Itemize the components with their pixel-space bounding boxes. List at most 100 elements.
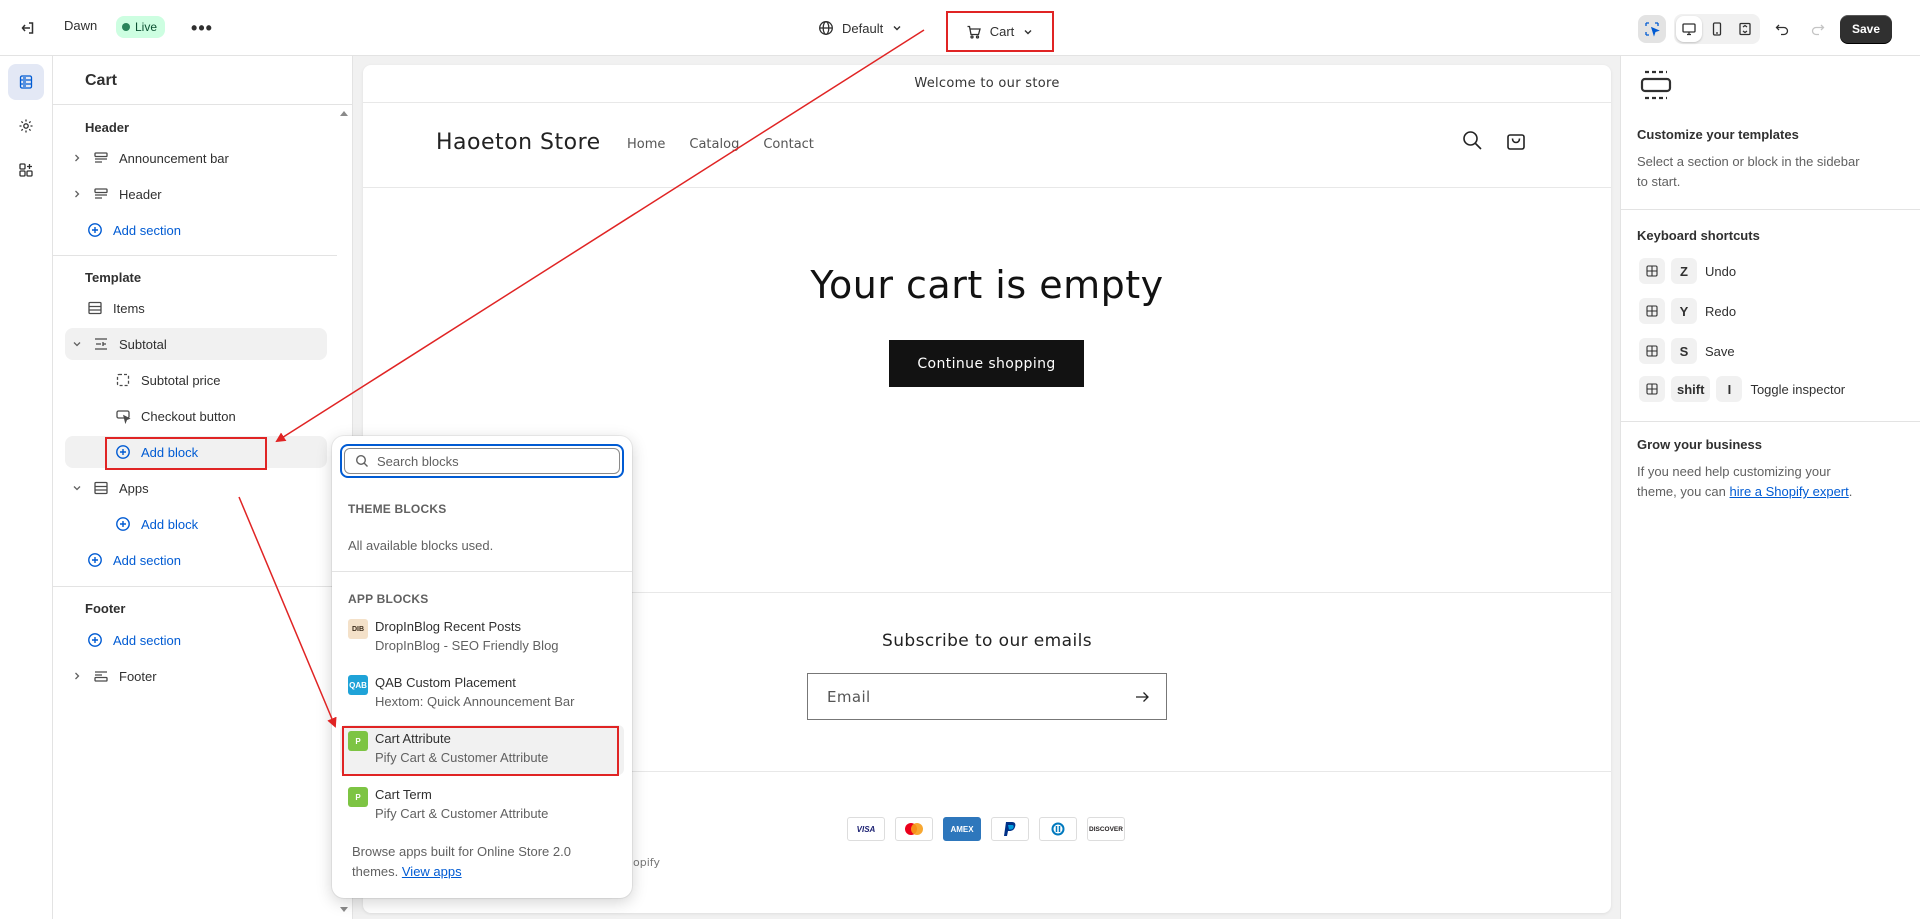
plus-circle-icon xyxy=(113,516,133,532)
globe-icon xyxy=(819,21,833,35)
section-label: Apps xyxy=(119,480,149,496)
nav-link-catalog[interactable]: Catalog xyxy=(689,137,739,152)
app-block-title: DropInBlog Recent Posts xyxy=(375,619,521,634)
chevron-down-icon[interactable] xyxy=(69,339,85,349)
rail-settings-button[interactable] xyxy=(8,108,44,144)
live-label: Live xyxy=(135,20,158,34)
footer-group-heading: Footer xyxy=(85,601,126,616)
chevron-right-icon[interactable] xyxy=(69,189,85,199)
bag-icon[interactable] xyxy=(1505,129,1527,151)
footer-add-section-button[interactable]: Add section xyxy=(65,624,327,656)
header-group-heading: Header xyxy=(85,120,130,135)
search-icon xyxy=(355,454,368,467)
section-icon xyxy=(91,668,111,684)
announcement-bar[interactable]: Welcome to our store xyxy=(363,65,1611,103)
section-label: Header xyxy=(119,186,162,202)
shortcut-redo: Y Redo xyxy=(1639,298,1736,324)
page-selector-label: Cart xyxy=(989,24,1015,39)
rail-apps-button[interactable] xyxy=(8,152,44,188)
view-apps-link[interactable]: View apps xyxy=(402,864,462,879)
add-block-label: Add block xyxy=(141,516,199,532)
theme-blocks-message: All available blocks used. xyxy=(348,538,494,553)
pify-logo-icon: P xyxy=(348,787,368,807)
divider xyxy=(1621,209,1920,210)
inspector-toggle-button[interactable] xyxy=(1637,15,1666,43)
store-nav: Home Catalog Contact xyxy=(627,137,814,152)
more-actions-button[interactable]: ••• xyxy=(190,16,214,40)
block-subtotal-price[interactable]: Subtotal price xyxy=(65,364,327,396)
fullscreen-view-button[interactable] xyxy=(1732,16,1758,42)
undo-button[interactable] xyxy=(1768,15,1796,43)
plus-circle-icon xyxy=(85,552,105,568)
app-block-item[interactable]: P Cart Term Pify Cart & Customer Attribu… xyxy=(340,781,624,831)
section-icon xyxy=(91,336,111,352)
nav-link-contact[interactable]: Contact xyxy=(763,137,814,152)
section-icon xyxy=(85,300,105,316)
amex-icon: AMEX xyxy=(943,817,981,841)
newsletter-email-field[interactable]: Email xyxy=(807,673,1167,720)
desktop-view-button[interactable] xyxy=(1675,16,1702,42)
redo-button[interactable] xyxy=(1804,15,1832,43)
command-key-icon xyxy=(1639,258,1665,284)
template-add-section-button[interactable]: Add section xyxy=(65,544,327,576)
divider xyxy=(53,104,353,105)
store-header[interactable]: Haoeton Store Home Catalog Contact xyxy=(363,103,1611,188)
browse-apps-text: Browse apps built for Online Store 2.0 t… xyxy=(352,842,612,882)
search-blocks-input[interactable] xyxy=(377,453,607,469)
block-checkout-button[interactable]: Checkout button xyxy=(65,400,327,432)
shortcuts-heading: Keyboard shortcuts xyxy=(1637,228,1760,243)
chevron-right-icon[interactable] xyxy=(69,153,85,163)
search-icon[interactable] xyxy=(1461,129,1483,151)
app-block-item[interactable]: DIB DropInBlog Recent Posts DropInBlog -… xyxy=(340,613,624,663)
chevron-down-icon[interactable] xyxy=(69,483,85,493)
command-key-icon xyxy=(1639,338,1665,364)
add-section-label: Add section xyxy=(113,552,181,568)
top-bar: Dawn Live ••• Default Cart Save xyxy=(0,0,1920,56)
theme-name: Dawn xyxy=(64,18,98,33)
block-label: Subtotal price xyxy=(141,372,221,388)
store-logo-text[interactable]: Haoeton Store xyxy=(436,130,601,155)
save-button[interactable]: Save xyxy=(1839,15,1892,43)
shortcut-key: I xyxy=(1716,376,1743,402)
header-add-section-button[interactable]: Add section xyxy=(65,214,327,246)
shortcut-key: shift xyxy=(1671,376,1711,402)
live-dot-icon xyxy=(122,23,130,31)
page-selector[interactable]: Cart xyxy=(946,11,1054,52)
cursor-select-icon xyxy=(1645,22,1660,37)
rail-sections-button[interactable] xyxy=(8,64,44,100)
add-block-popover: THEME BLOCKS All available blocks used. … xyxy=(332,436,632,898)
shortcut-label: Toggle inspector xyxy=(1750,381,1846,397)
section-label: Announcement bar xyxy=(119,150,229,166)
section-items[interactable]: Items xyxy=(65,292,327,324)
shortcut-label: Save xyxy=(1705,343,1735,359)
search-blocks-field[interactable] xyxy=(340,444,624,478)
section-announcement-bar[interactable]: Announcement bar xyxy=(65,142,327,174)
diners-icon xyxy=(1039,817,1077,841)
chevron-right-icon[interactable] xyxy=(69,671,85,681)
section-header[interactable]: Header xyxy=(65,178,327,210)
chevron-down-icon xyxy=(893,26,901,31)
mobile-view-button[interactable] xyxy=(1704,16,1730,42)
section-apps[interactable]: Apps xyxy=(65,472,327,504)
shortcut-key: Z xyxy=(1671,258,1697,284)
section-subtotal[interactable]: Subtotal xyxy=(65,328,327,360)
app-block-item[interactable]: QAB QAB Custom Placement Hextom: Quick A… xyxy=(340,669,624,719)
sidebar-title: Cart xyxy=(85,72,118,89)
command-key-icon xyxy=(1639,376,1665,402)
locale-selector[interactable]: Default xyxy=(818,16,903,40)
sections-sidebar: Cart Header Announcement bar Header Add … xyxy=(53,56,353,919)
section-footer[interactable]: Footer xyxy=(65,660,327,692)
arrow-right-icon[interactable] xyxy=(1134,689,1150,705)
store-header-icons xyxy=(1461,129,1527,151)
desktop-icon xyxy=(1682,23,1696,36)
section-label: Footer xyxy=(119,668,157,684)
apps-add-block-button[interactable]: Add block xyxy=(65,508,327,540)
powered-by-text: opify xyxy=(633,856,660,869)
grow-heading: Grow your business xyxy=(1637,437,1762,452)
continue-shopping-button[interactable]: Continue shopping xyxy=(889,340,1084,387)
gear-icon xyxy=(19,119,33,133)
nav-link-home[interactable]: Home xyxy=(627,137,665,152)
block-label: Checkout button xyxy=(141,408,236,424)
hire-expert-link[interactable]: hire a Shopify expert xyxy=(1730,484,1849,499)
exit-icon[interactable] xyxy=(16,16,40,40)
